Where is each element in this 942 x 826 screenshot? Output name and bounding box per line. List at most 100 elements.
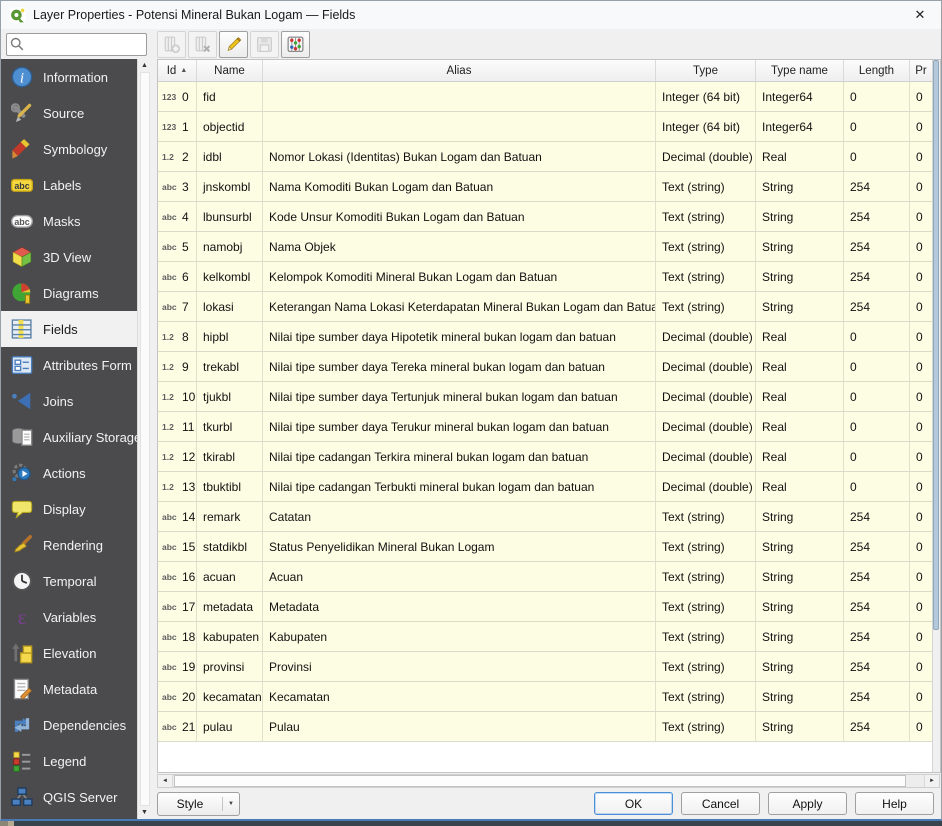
pulau[interactable]: abc 21 pulau Pulau Text (string) String … [158,712,932,742]
ok-button[interactable]: OK [594,792,673,815]
column-header-alias[interactable]: Alias [263,60,656,81]
kabupaten[interactable]: abc 18 kabupaten Kabupaten Text (string)… [158,622,932,652]
provinsi[interactable]: abc 19 provinsi Provinsi Text (string) S… [158,652,932,682]
field-type: Text (string) [656,262,756,291]
field-id-cell: abc 14 [158,502,197,531]
jnskombl[interactable]: abc 3 jnskombl Nama Komoditi Bukan Logam… [158,172,932,202]
horizontal-scroll-track[interactable] [173,775,924,787]
sidebar-item-label: Rendering [43,538,103,553]
field-type-name: Real [756,442,844,471]
lbunsurbl[interactable]: abc 4 lbunsurbl Kode Unsur Komoditi Buka… [158,202,932,232]
search-input[interactable] [6,33,147,56]
field-id: 18 [182,630,195,644]
trekabl[interactable]: 1.2 9 trekabl Nilai tipe sumber daya Ter… [158,352,932,382]
hipbl[interactable]: 1.2 8 hipbl Nilai tipe sumber daya Hipot… [158,322,932,352]
sidebar-scroll-up-icon[interactable]: ▲ [141,62,148,69]
table-vertical-scrollbar[interactable] [932,60,940,772]
sidebar-scroll-down-icon[interactable]: ▼ [141,809,148,816]
column-header-id[interactable]: Id ▲ [158,60,197,81]
sidebar-item-masks[interactable]: Masks [1,203,137,239]
table-horizontal-scrollbar[interactable]: ◄ ► [157,774,940,788]
field-id: 15 [182,540,195,554]
sidebar-item-legend[interactable]: Legend [1,743,137,779]
field-precision: 0 [910,322,932,351]
scroll-left-icon[interactable]: ◄ [158,775,173,787]
field-alias [263,82,656,111]
fields-toolbar [151,29,941,59]
acuan[interactable]: abc 16 acuan Acuan Text (string) String … [158,562,932,592]
column-header-type[interactable]: Type [656,60,756,81]
sidebar-item-qgis-server[interactable]: QGIS Server [1,779,137,815]
tkirabl[interactable]: 1.2 12 tkirabl Nilai tipe cadangan Terki… [158,442,932,472]
scroll-right-icon[interactable]: ► [924,775,939,787]
column-header-name[interactable]: Name [197,60,263,81]
tbuktibl[interactable]: 1.2 13 tbuktibl Nilai tipe cadangan Terb… [158,472,932,502]
vertical-scroll-thumb[interactable] [933,60,939,630]
tkurbl[interactable]: 1.2 11 tkurbl Nilai tipe sumber daya Ter… [158,412,932,442]
sidebar-item-information[interactable]: Information [1,59,137,95]
sidebar-item-3d-view[interactable]: 3D View [1,239,137,275]
sidebar-item-labels[interactable]: Labels [1,167,137,203]
sidebar-item-fields[interactable]: Fields [1,311,137,347]
apply-button[interactable]: Apply [768,792,847,815]
delete-field-button[interactable] [188,31,217,58]
help-button[interactable]: Help [855,792,934,815]
field-type-icon: 1.2 [162,332,180,342]
sidebar-item-icon [11,102,33,124]
field-id-cell: abc 18 [158,622,197,651]
sidebar-item-attributes-form[interactable]: Attributes Form [1,347,137,383]
sidebar-item-icon [11,210,33,232]
statdikbl[interactable]: abc 15 statdikbl Status Penyelidikan Min… [158,532,932,562]
sidebar-scrollbar[interactable]: ▲ ▼ [137,59,151,819]
metadata[interactable]: abc 17 metadata Metadata Text (string) S… [158,592,932,622]
sidebar-item-actions[interactable]: Actions [1,455,137,491]
field-alias: Metadata [263,592,656,621]
sidebar-item-joins[interactable]: Joins [1,383,137,419]
field-calculator-button[interactable] [281,31,310,58]
sidebar-item-auxiliary-storage[interactable]: Auxiliary Storage [1,419,137,455]
idbl[interactable]: 1.2 2 idbl Nomor Lokasi (Identitas) Buka… [158,142,932,172]
close-button[interactable]: ✕ [909,7,931,23]
field-length: 254 [844,262,910,291]
sidebar-item-display[interactable]: Display [1,491,137,527]
layer-properties-dialog: Layer Properties - Potensi Mineral Bukan… [0,0,942,821]
fid[interactable]: 123 0 fid Integer (64 bit) Integer64 0 0 [158,82,932,112]
sidebar-item-rendering[interactable]: Rendering [1,527,137,563]
field-type-name: Real [756,412,844,441]
sidebar-item-variables[interactable]: Variables [1,599,137,635]
sidebar-item-label: Elevation [43,646,96,661]
namobj[interactable]: abc 5 namobj Nama Objek Text (string) St… [158,232,932,262]
sidebar-item-elevation[interactable]: Elevation [1,635,137,671]
remark[interactable]: abc 14 remark Catatan Text (string) Stri… [158,502,932,532]
style-button[interactable]: Style ▼ [157,792,240,816]
sidebar-item-icon [11,246,33,268]
field-type-icon: 1.2 [162,152,180,162]
sidebar-item-metadata[interactable]: Metadata [1,671,137,707]
sidebar-item-diagrams[interactable]: Diagrams [1,275,137,311]
kelkombl[interactable]: abc 6 kelkombl Kelompok Komoditi Mineral… [158,262,932,292]
kecamatan[interactable]: abc 20 kecamatan Kecamatan Text (string)… [158,682,932,712]
sidebar-item-source[interactable]: Source [1,95,137,131]
new-field-button[interactable] [157,31,186,58]
column-header-length[interactable]: Length [844,60,910,81]
lokasi[interactable]: abc 7 lokasi Keterangan Nama Lokasi Kete… [158,292,932,322]
objectid[interactable]: 123 1 objectid Integer (64 bit) Integer6… [158,112,932,142]
field-type: Decimal (double) [656,322,756,351]
sidebar-item-symbology[interactable]: Symbology [1,131,137,167]
cancel-button[interactable]: Cancel [681,792,760,815]
field-type-name: String [756,172,844,201]
save-edits-button[interactable] [250,31,279,58]
toggle-editing-button[interactable] [219,31,248,58]
sidebar-item-temporal[interactable]: Temporal [1,563,137,599]
field-id-cell: 1.2 8 [158,322,197,351]
field-name: namobj [197,232,263,261]
sidebar-scroll-track[interactable] [140,72,150,806]
sidebar-item-dependencies[interactable]: Dependencies [1,707,137,743]
field-alias: Keterangan Nama Lokasi Keterdapatan Mine… [263,292,656,321]
horizontal-scroll-thumb[interactable] [174,775,906,787]
field-length: 0 [844,322,910,351]
column-header-type-name[interactable]: Type name [756,60,844,81]
column-header-precision[interactable]: Pr [910,60,932,81]
tjukbl[interactable]: 1.2 10 tjukbl Nilai tipe sumber daya Ter… [158,382,932,412]
field-name: provinsi [197,652,263,681]
